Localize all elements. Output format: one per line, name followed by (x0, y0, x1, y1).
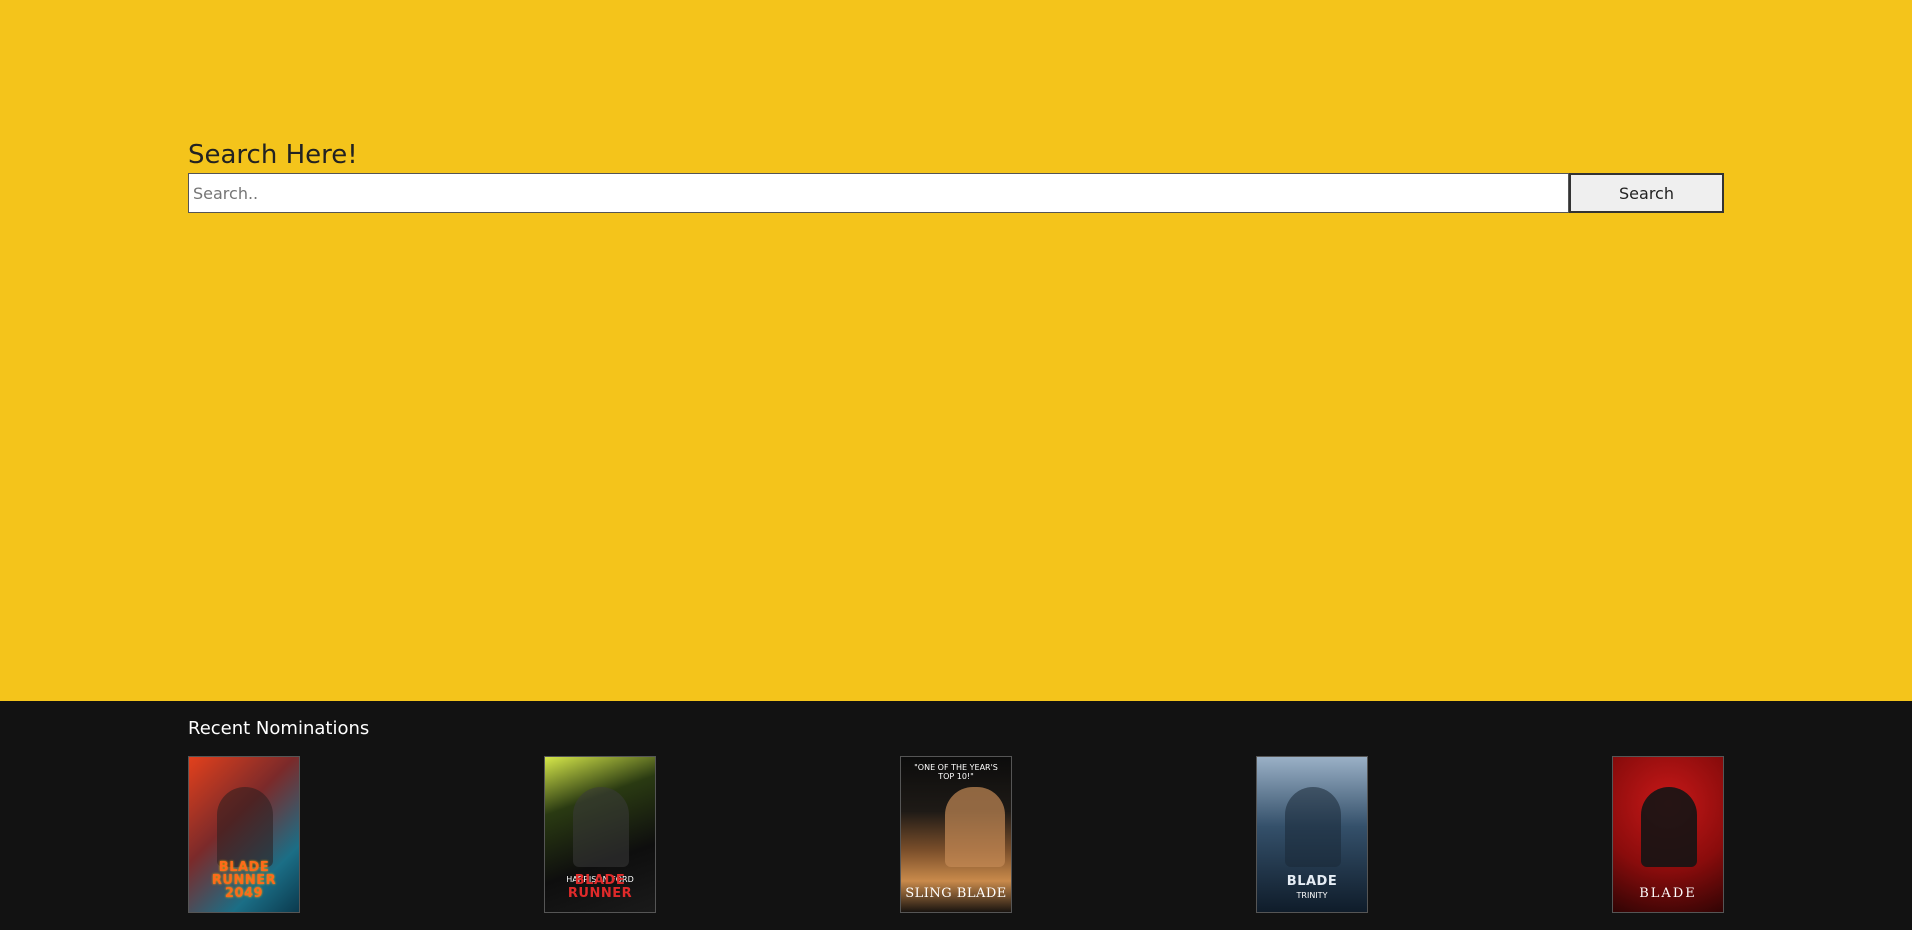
poster-figure (945, 787, 1005, 867)
poster-blade-runner-2049[interactable]: BLADE RUNNER 2049 (188, 756, 300, 913)
recent-nominations-section: Recent Nominations BLADE RUNNER 2049 HAR… (0, 701, 1912, 930)
poster-blade-runner[interactable]: HARRISON FORD BLADE RUNNER (544, 756, 656, 913)
poster-title: SLING BLADE (905, 886, 1007, 901)
poster-tagline: TRINITY (1296, 891, 1328, 900)
poster-blade-trinity[interactable]: BLADE TRINITY (1256, 756, 1368, 913)
poster-sling-blade[interactable]: "ONE OF THE YEAR'S TOP 10!" SLING BLADE (900, 756, 1012, 913)
search-row: Search (188, 173, 1724, 213)
poster-figure (1285, 787, 1341, 867)
search-section: Search Here! Search (0, 0, 1912, 701)
search-block: Search Here! Search (188, 139, 1724, 213)
poster-title: BLADE RUNNER (567, 873, 633, 901)
nominations-poster-list: BLADE RUNNER 2049 HARRISON FORD BLADE RU… (188, 756, 1724, 913)
poster-figure (573, 787, 629, 867)
poster-figure (217, 787, 273, 867)
poster-figure (1641, 787, 1697, 867)
search-button[interactable]: Search (1569, 173, 1724, 213)
poster-blade[interactable]: BLADE (1612, 756, 1724, 913)
poster-title: BLADE (1639, 886, 1697, 901)
search-input[interactable] (188, 173, 1569, 213)
poster-title: BLADE RUNNER 2049 (211, 860, 277, 901)
poster-tagline: "ONE OF THE YEAR'S TOP 10!" (914, 763, 998, 781)
search-title: Search Here! (188, 140, 358, 170)
poster-title: BLADE (1286, 874, 1338, 889)
recent-nominations-title: Recent Nominations (188, 718, 370, 739)
